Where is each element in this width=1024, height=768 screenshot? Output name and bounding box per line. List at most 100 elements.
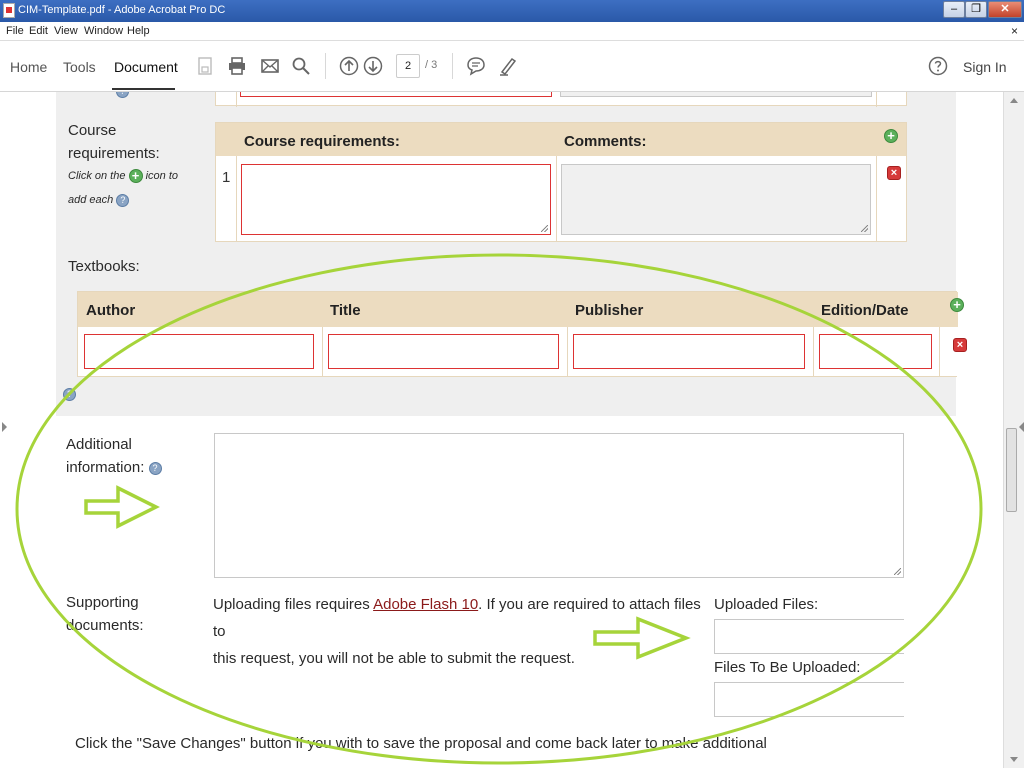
table-header: Author Title Publisher Edition/Date + <box>78 292 964 327</box>
tab-document[interactable]: Document <box>114 59 178 75</box>
notice-text: this request, you will not be able to su… <box>213 650 575 667</box>
label-line: documents: <box>66 617 144 634</box>
help-icon[interactable] <box>927 55 949 77</box>
pen-icon[interactable] <box>497 55 519 77</box>
row-number: 1 <box>222 169 231 186</box>
files-to-upload-list[interactable] <box>714 682 904 717</box>
search-icon[interactable] <box>290 55 312 77</box>
course-requirements-label: Course requirements: <box>68 119 160 165</box>
page-up-icon[interactable] <box>338 55 360 77</box>
close-document-icon[interactable]: × <box>1011 24 1018 38</box>
column-header: Author <box>86 302 136 319</box>
window-title: CIM-Template.pdf - Adobe Acrobat Pro DC <box>18 4 226 16</box>
label-line: Supporting <box>66 594 139 611</box>
previous-requirement-field[interactable] <box>240 92 552 97</box>
label-line: requirements: <box>68 145 160 162</box>
print-icon[interactable] <box>226 55 248 77</box>
save-changes-instructions: Click the "Save Changes" button if you w… <box>75 735 767 752</box>
scroll-down-icon[interactable] <box>1010 757 1018 762</box>
additional-information-field[interactable] <box>214 433 904 578</box>
scroll-thumb[interactable] <box>1006 428 1017 512</box>
left-panel-toggle-icon[interactable] <box>2 422 7 432</box>
uploaded-files-list[interactable] <box>714 619 904 654</box>
title-field[interactable] <box>328 334 559 369</box>
label-line: Course <box>68 122 117 139</box>
menu-view[interactable]: View <box>54 25 78 37</box>
right-panel-toggle-icon[interactable] <box>1019 422 1024 432</box>
adobe-flash-link[interactable]: Adobe Flash 10 <box>373 596 478 613</box>
uploaded-files-label: Uploaded Files: <box>714 596 819 613</box>
table-divider <box>939 327 940 377</box>
help-badge-icon[interactable]: ? <box>116 92 129 98</box>
course-comment-field[interactable] <box>561 164 871 235</box>
table-divider <box>556 156 557 242</box>
title-bar: CIM-Template.pdf - Adobe Acrobat Pro DC … <box>0 0 1024 22</box>
table-divider <box>236 156 237 242</box>
table-divider <box>813 327 814 377</box>
sign-in-link[interactable]: Sign In <box>963 59 1007 75</box>
column-header: Comments: <box>564 133 647 150</box>
hint-text: icon to <box>145 170 179 182</box>
email-icon[interactable] <box>259 55 281 77</box>
previous-comment-field[interactable] <box>560 92 872 97</box>
delete-row-icon[interactable]: × <box>887 166 901 180</box>
table-divider <box>876 156 877 242</box>
acrobat-window: CIM-Template.pdf - Adobe Acrobat Pro DC … <box>0 0 1024 768</box>
course-requirements-hint: Click on the + icon to add each ? <box>68 164 178 212</box>
table-divider <box>876 92 877 107</box>
vertical-scrollbar[interactable] <box>1003 92 1024 768</box>
toolbar-separator <box>452 53 453 79</box>
help-badge-icon[interactable]: ? <box>116 193 130 207</box>
maximize-button[interactable]: ❐ <box>965 1 987 18</box>
table-divider <box>567 327 568 377</box>
resize-handle-icon[interactable] <box>861 225 868 232</box>
edition-date-field[interactable] <box>819 334 932 369</box>
resize-handle-icon[interactable] <box>541 225 548 232</box>
menu-file[interactable]: File <box>6 25 24 37</box>
tab-home[interactable]: Home <box>10 59 47 75</box>
minimize-button[interactable]: – <box>943 1 965 18</box>
add-row-icon[interactable]: + <box>884 129 898 143</box>
previous-table <box>215 92 907 107</box>
help-badge-icon[interactable]: ? <box>148 461 162 475</box>
column-header: Publisher <box>575 302 644 319</box>
close-button[interactable]: ✕ <box>988 1 1022 18</box>
hint-text: add each <box>68 194 114 206</box>
toolbar: Home Tools Document <box>0 41 1024 92</box>
menu-window[interactable]: Window <box>84 25 123 37</box>
scroll-up-icon[interactable] <box>1010 98 1018 103</box>
delete-textbook-icon[interactable]: × <box>953 338 967 352</box>
tab-tools[interactable]: Tools <box>63 59 96 75</box>
label-line: Additional <box>66 436 132 453</box>
textbooks-label: Textbooks: <box>68 258 140 275</box>
page-total: / 3 <box>425 59 438 71</box>
additional-information-label: Additional information: ? <box>66 433 162 479</box>
column-header: Title <box>330 302 361 319</box>
menu-bar: File Edit View Window Help × <box>0 22 1024 41</box>
resize-handle-icon[interactable] <box>894 568 901 575</box>
add-icon: + <box>128 169 143 184</box>
page-number-input[interactable]: 2 <box>396 54 420 78</box>
pdf-file-icon <box>3 3 15 18</box>
notice-text: Uploading files requires <box>213 596 374 613</box>
course-requirement-field[interactable] <box>241 164 551 235</box>
help-badge-icon[interactable]: ? <box>63 385 76 401</box>
comment-icon[interactable] <box>465 55 487 77</box>
files-to-upload-label: Files To Be Uploaded: <box>714 659 861 676</box>
save-icon[interactable] <box>194 55 216 77</box>
menu-edit[interactable]: Edit <box>29 25 48 37</box>
active-tab-indicator <box>112 88 175 90</box>
column-header: Edition/Date <box>821 302 909 319</box>
label-line: information: <box>66 459 145 476</box>
publisher-field[interactable] <box>573 334 805 369</box>
add-textbook-icon[interactable]: + <box>950 298 964 312</box>
column-header: Course requirements: <box>244 133 400 150</box>
author-field[interactable] <box>84 334 314 369</box>
textbooks-table: Author Title Publisher Edition/Date + × <box>77 291 967 377</box>
toolbar-separator <box>325 53 326 79</box>
table-divider <box>236 92 237 107</box>
course-requirements-table: Course requirements: Comments: + 1 × <box>215 122 907 242</box>
table-divider <box>322 327 323 377</box>
page-down-icon[interactable] <box>362 55 384 77</box>
menu-help[interactable]: Help <box>127 25 150 37</box>
